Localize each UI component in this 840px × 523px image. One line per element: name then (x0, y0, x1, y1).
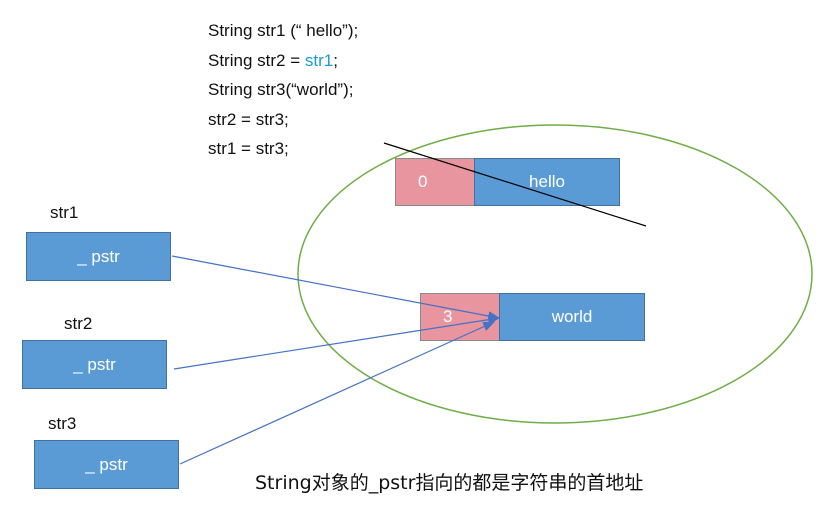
str2-arrow (173, 314, 501, 370)
strike-line (383, 142, 647, 227)
arrows-overlay (171, 142, 647, 465)
caption: String对象的_pstr指向的都是字符串的首地址 (255, 472, 644, 494)
str1-arrow (171, 255, 501, 321)
